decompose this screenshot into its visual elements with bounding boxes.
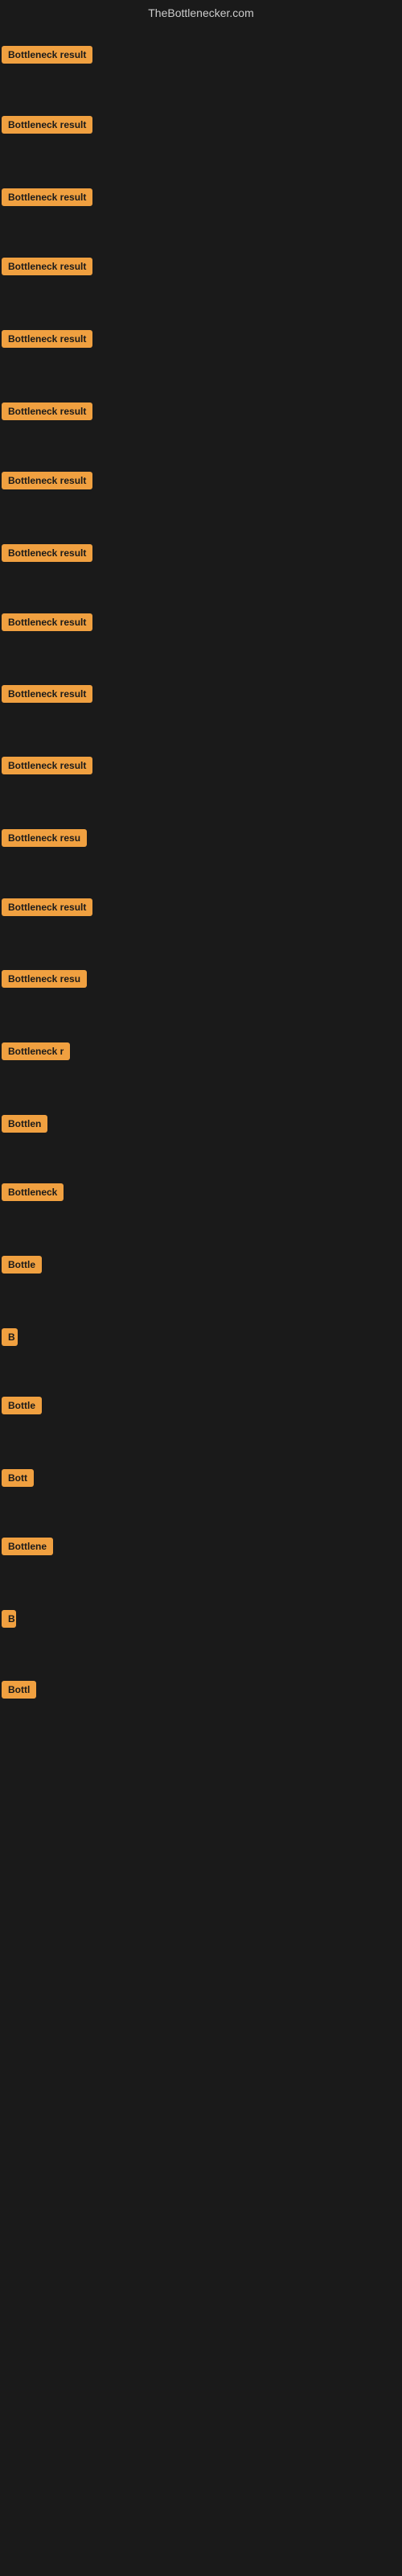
result-row: Bott [2,1469,34,1491]
result-row: Bottleneck result [2,116,92,138]
bottleneck-badge[interactable]: Bottlene [2,1538,53,1555]
result-row: Bottl [2,1681,36,1703]
result-row: Bottlen [2,1115,47,1137]
bottleneck-badge[interactable]: Bottleneck result [2,188,92,206]
bottleneck-badge[interactable]: Bottleneck resu [2,970,87,988]
bottleneck-badge[interactable]: Bottleneck result [2,472,92,489]
result-row: Bottleneck [2,1183,64,1205]
bottleneck-badge[interactable]: Bottleneck result [2,330,92,348]
bottleneck-badge[interactable]: Bottleneck result [2,613,92,631]
bottleneck-badge[interactable]: Bottleneck [2,1183,64,1201]
site-title: TheBottlenecker.com [0,0,402,26]
bottleneck-badge[interactable]: Bott [2,1469,34,1487]
result-row: Bottle [2,1256,42,1278]
result-row: Bottleneck result [2,258,92,279]
bottleneck-badge[interactable]: Bottle [2,1256,42,1274]
result-row: Bottleneck result [2,472,92,493]
bottleneck-badge[interactable]: Bottleneck result [2,898,92,916]
result-row: Bottlene [2,1538,53,1559]
bottleneck-badge[interactable]: Bottleneck result [2,685,92,703]
result-row: Bottleneck result [2,685,92,707]
bottleneck-badge[interactable]: Bottleneck result [2,544,92,562]
bottleneck-badge[interactable]: Bottl [2,1681,36,1699]
bottleneck-badge[interactable]: Bottleneck result [2,46,92,64]
bottleneck-badge[interactable]: Bottleneck result [2,258,92,275]
result-row: Bottleneck result [2,402,92,424]
result-row: Bottleneck result [2,544,92,566]
page-container: TheBottlenecker.com Bottleneck result Bot… [0,0,402,2576]
result-row: Bottleneck r [2,1042,70,1064]
result-row: B [2,1610,16,1632]
bottleneck-badge[interactable]: Bottleneck result [2,116,92,134]
bottleneck-badge[interactable]: Bottleneck r [2,1042,70,1060]
result-row: Bottleneck result [2,188,92,210]
result-row: Bottleneck result [2,757,92,778]
result-row: Bottleneck result [2,898,92,920]
bottleneck-badge[interactable]: Bottleneck result [2,757,92,774]
result-row: B [2,1328,18,1350]
bottleneck-badge[interactable]: B [2,1328,18,1346]
bottleneck-badge[interactable]: Bottleneck resu [2,829,87,847]
bottleneck-badge[interactable]: Bottlen [2,1115,47,1133]
result-row: Bottleneck resu [2,970,87,992]
result-row: Bottleneck result [2,613,92,635]
result-row: Bottleneck result [2,46,92,68]
bottleneck-badge[interactable]: B [2,1610,16,1628]
result-row: Bottleneck result [2,330,92,352]
bottleneck-badge[interactable]: Bottle [2,1397,42,1414]
result-row: Bottleneck resu [2,829,87,851]
result-row: Bottle [2,1397,42,1418]
bottleneck-badge[interactable]: Bottleneck result [2,402,92,420]
